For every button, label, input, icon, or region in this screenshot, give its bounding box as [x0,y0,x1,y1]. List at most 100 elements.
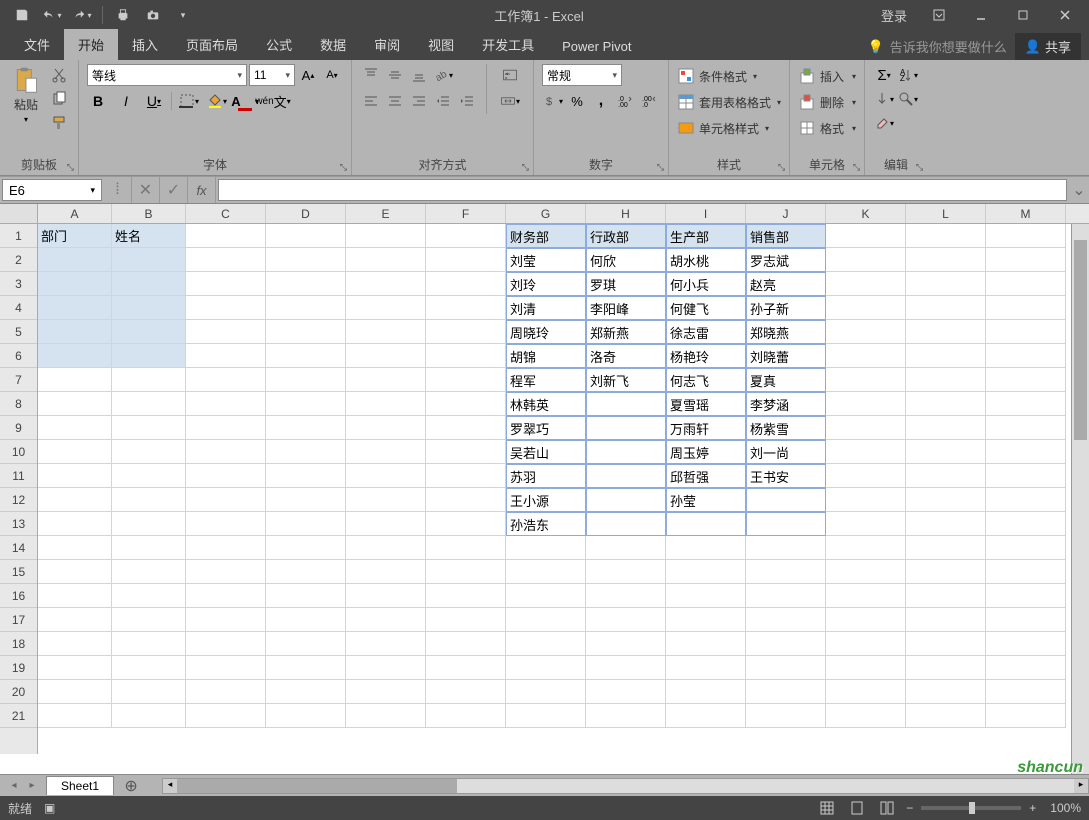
tab-layout[interactable]: 页面布局 [172,29,252,60]
cell[interactable] [426,704,506,728]
orientation-icon[interactable]: ab▾ [432,64,454,86]
row-header[interactable]: 9 [0,416,37,440]
redo-icon[interactable]: ▾ [68,2,96,28]
cell[interactable] [586,680,666,704]
cell[interactable] [186,488,266,512]
close-icon[interactable] [1045,0,1085,30]
cell[interactable] [186,416,266,440]
cell[interactable]: 邱哲强 [666,464,746,488]
cell[interactable]: 刘一尚 [746,440,826,464]
cell[interactable] [112,632,186,656]
cells-area[interactable]: 部门姓名财务部行政部生产部销售部刘莹何欣胡水桃罗志斌刘玲罗琪何小兵赵亮刘清李阳峰… [38,224,1089,754]
camera-icon[interactable] [139,2,167,28]
cell[interactable] [986,272,1066,296]
cell[interactable] [666,680,746,704]
cell[interactable]: 徐志雷 [666,320,746,344]
cell[interactable] [186,512,266,536]
cell[interactable] [506,584,586,608]
cell[interactable] [826,632,906,656]
clear-icon[interactable]: ▾ [873,112,895,134]
row-header[interactable]: 21 [0,704,37,728]
insert-cells-button[interactable]: 插入▾ [798,64,856,88]
select-all-corner[interactable] [0,204,38,223]
align-right-icon[interactable] [408,90,430,112]
delete-cells-button[interactable]: 删除▾ [798,90,856,114]
cell[interactable]: 行政部 [586,224,666,248]
cell[interactable] [986,512,1066,536]
cell[interactable] [826,560,906,584]
cell[interactable] [906,440,986,464]
cell[interactable] [112,296,186,320]
cell[interactable]: 刘晓蕾 [746,344,826,368]
cell[interactable] [346,536,426,560]
cell[interactable] [906,680,986,704]
cell[interactable] [266,512,346,536]
cell[interactable] [266,320,346,344]
cell[interactable] [38,560,112,584]
minimize-icon[interactable] [961,0,1001,30]
cell[interactable] [38,656,112,680]
cell[interactable] [426,680,506,704]
cell[interactable] [346,320,426,344]
cell[interactable] [186,656,266,680]
cell[interactable] [986,320,1066,344]
cell[interactable]: 姓名 [112,224,186,248]
cell[interactable] [426,512,506,536]
cell[interactable] [666,608,746,632]
column-header[interactable]: K [826,204,906,223]
increase-indent-icon[interactable] [456,90,478,112]
cell[interactable] [112,680,186,704]
cell[interactable] [266,224,346,248]
cell[interactable]: 林韩英 [506,392,586,416]
column-header[interactable]: L [906,204,986,223]
cell[interactable] [906,488,986,512]
zoom-level[interactable]: 100% [1050,801,1081,815]
cell[interactable] [266,392,346,416]
formula-input[interactable] [218,179,1067,201]
cell[interactable] [826,320,906,344]
cell[interactable] [506,680,586,704]
cell[interactable] [186,608,266,632]
align-left-icon[interactable] [360,90,382,112]
cell[interactable] [346,512,426,536]
autosum-icon[interactable]: Σ▾ [873,64,895,86]
cell[interactable]: 罗翠巧 [506,416,586,440]
cell[interactable] [112,560,186,584]
cell[interactable] [38,632,112,656]
cell[interactable]: 周玉婷 [666,440,746,464]
cell[interactable] [906,392,986,416]
tab-home[interactable]: 开始 [64,29,118,60]
cell[interactable] [986,536,1066,560]
sheet-nav-first-icon[interactable]: ◂ [6,778,22,794]
row-header[interactable]: 13 [0,512,37,536]
cell[interactable] [38,536,112,560]
normal-view-icon[interactable] [816,799,838,817]
cell[interactable] [186,584,266,608]
column-header[interactable]: D [266,204,346,223]
cell[interactable] [986,392,1066,416]
cell[interactable] [426,656,506,680]
decrease-decimal-icon[interactable]: .00.0 [638,90,660,112]
maximize-icon[interactable] [1003,0,1043,30]
cell[interactable] [346,392,426,416]
cell[interactable]: 赵亮 [746,272,826,296]
cell[interactable] [586,536,666,560]
cell[interactable] [346,656,426,680]
cell[interactable] [986,296,1066,320]
cell[interactable] [346,464,426,488]
italic-icon[interactable]: I [115,90,137,112]
cell[interactable] [426,416,506,440]
cell[interactable] [186,680,266,704]
cell[interactable]: 孙子新 [746,296,826,320]
cell[interactable] [986,440,1066,464]
cell[interactable] [38,608,112,632]
cell[interactable] [986,560,1066,584]
cell[interactable]: 财务部 [506,224,586,248]
cell[interactable] [906,320,986,344]
cell[interactable] [586,560,666,584]
cell[interactable] [826,584,906,608]
cell[interactable] [826,344,906,368]
cell[interactable] [112,320,186,344]
cell[interactable] [38,464,112,488]
cell[interactable] [346,368,426,392]
